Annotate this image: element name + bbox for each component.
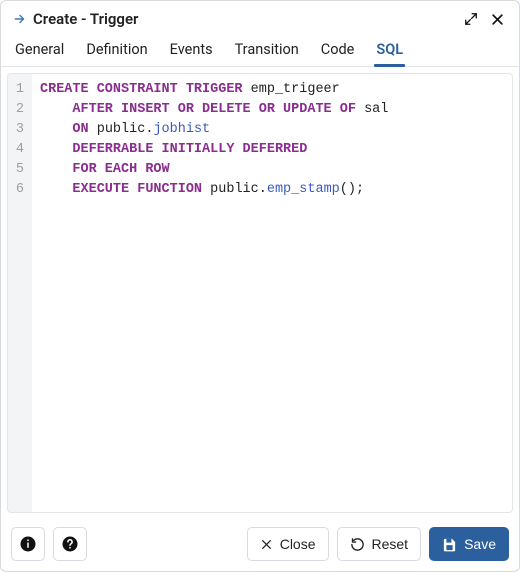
create-trigger-dialog: Create - Trigger General Definition Events…	[0, 0, 520, 572]
line-number: 2	[14, 100, 24, 120]
save-label: Save	[464, 536, 496, 552]
save-icon	[442, 537, 457, 552]
code-area[interactable]: CREATE CONSTRAINT TRIGGER emp_trigeer AF…	[32, 74, 512, 512]
close-window-button[interactable]	[487, 9, 507, 29]
tab-sql[interactable]: SQL	[376, 35, 403, 66]
reset-label: Reset	[372, 536, 409, 552]
tabs: General Definition Events Transition Code SQL	[1, 35, 519, 67]
line-number: 1	[14, 80, 24, 100]
titlebar: Create - Trigger	[1, 1, 519, 35]
info-button[interactable]	[11, 527, 45, 561]
close-button[interactable]: Close	[247, 527, 329, 561]
line-number: 3	[14, 120, 24, 140]
save-button[interactable]: Save	[429, 527, 509, 561]
help-button[interactable]	[53, 527, 87, 561]
line-number: 5	[14, 160, 24, 180]
reset-icon	[350, 537, 365, 552]
expand-button[interactable]	[461, 9, 481, 29]
code-line: FOR EACH ROW	[40, 160, 504, 180]
close-label: Close	[280, 536, 316, 552]
dialog-title: Create - Trigger	[33, 10, 138, 28]
tab-definition[interactable]: Definition	[86, 35, 147, 66]
line-number: 6	[14, 180, 24, 200]
code-line: EXECUTE FUNCTION public.emp_stamp();	[40, 180, 504, 200]
footer: Close Reset Save	[1, 519, 519, 571]
code-line: CREATE CONSTRAINT TRIGGER emp_trigeer	[40, 80, 504, 100]
tab-code[interactable]: Code	[321, 35, 355, 66]
close-icon	[260, 538, 273, 551]
reset-button[interactable]: Reset	[337, 527, 422, 561]
code-line: AFTER INSERT OR DELETE OR UPDATE OF sal	[40, 100, 504, 120]
line-number: 4	[14, 140, 24, 160]
tab-events[interactable]: Events	[170, 35, 213, 66]
code-line: ON public.jobhist	[40, 120, 504, 140]
line-gutter: 123456	[8, 74, 32, 512]
tab-general[interactable]: General	[15, 35, 64, 66]
code-line: DEFERRABLE INITIALLY DEFERRED	[40, 140, 504, 160]
tab-transition[interactable]: Transition	[235, 35, 299, 66]
arrow-right-icon	[13, 12, 27, 26]
sql-editor[interactable]: 123456 CREATE CONSTRAINT TRIGGER emp_tri…	[7, 73, 513, 513]
